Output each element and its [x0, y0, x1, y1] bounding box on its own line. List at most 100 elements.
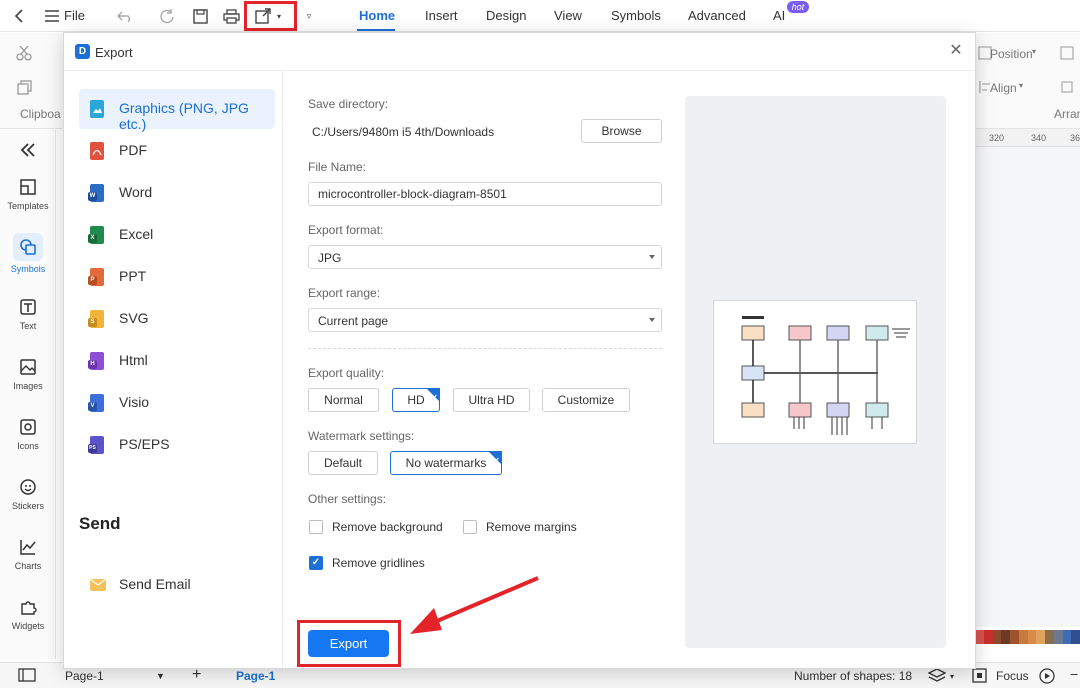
- ppt-file-icon: P: [88, 268, 104, 286]
- color-swatch[interactable]: [1053, 630, 1063, 644]
- ruler-tick-label: 36: [1070, 133, 1080, 143]
- page-select-dropdown-icon[interactable]: ▼: [156, 671, 165, 681]
- zoom-out-icon[interactable]: −: [1070, 666, 1078, 682]
- export-button[interactable]: Export: [308, 630, 389, 657]
- color-swatch[interactable]: [1036, 630, 1045, 644]
- position-button[interactable]: Position: [990, 47, 1033, 61]
- sidebar-item-label: Widgets: [11, 621, 45, 631]
- watermark-none-button[interactable]: No watermarks ✓: [390, 451, 502, 475]
- nav-item-send-email[interactable]: Send Email: [79, 565, 275, 605]
- nav-item-label: Visio: [119, 394, 150, 410]
- sidebar-item-text[interactable]: Text: [0, 298, 56, 331]
- play-icon[interactable]: [1039, 668, 1055, 687]
- file-menu[interactable]: File: [64, 8, 85, 23]
- save-icon[interactable]: [190, 6, 210, 26]
- color-swatch[interactable]: [1027, 630, 1037, 644]
- color-swatch[interactable]: [1045, 630, 1054, 644]
- color-palette[interactable]: [975, 630, 1080, 644]
- sidebar-item-charts[interactable]: Charts: [0, 538, 56, 571]
- align-dropdown-icon: ▾: [1019, 81, 1024, 90]
- nav-item-word[interactable]: W Word: [79, 173, 275, 213]
- nav-item-graphics[interactable]: Graphics (PNG, JPG etc.): [79, 89, 275, 132]
- print-icon[interactable]: [221, 6, 241, 26]
- copy-icon[interactable]: [14, 77, 34, 97]
- browse-button[interactable]: Browse: [581, 119, 662, 143]
- color-swatch[interactable]: [1071, 630, 1080, 644]
- tab-symbols[interactable]: Symbols: [611, 8, 661, 23]
- sidebar-item-label: Charts: [14, 561, 42, 571]
- page-layout-icon[interactable]: [18, 668, 36, 685]
- watermark-default-button[interactable]: Default: [308, 451, 378, 475]
- other-settings-label: Other settings:: [308, 492, 387, 506]
- sidebar-item-symbols[interactable]: Symbols: [0, 233, 56, 274]
- color-swatch[interactable]: [992, 630, 1002, 644]
- drawing-canvas[interactable]: [975, 147, 1080, 627]
- layers-dropdown-icon[interactable]: ▾: [950, 672, 954, 681]
- tab-advanced[interactable]: Advanced: [688, 8, 746, 23]
- nav-item-ps-eps[interactable]: PS PS/EPS: [79, 425, 275, 465]
- quality-normal-button[interactable]: Normal: [308, 388, 379, 412]
- layers-icon[interactable]: [927, 668, 947, 686]
- color-swatch[interactable]: [1010, 630, 1019, 644]
- back-icon[interactable]: [9, 6, 29, 26]
- group-icon[interactable]: [1057, 43, 1077, 63]
- quality-ultra-hd-button[interactable]: Ultra HD: [453, 388, 530, 412]
- tab-design[interactable]: Design: [486, 8, 526, 23]
- nav-item-pdf[interactable]: PDF: [79, 131, 275, 171]
- sidebar-item-templates[interactable]: Templates: [0, 178, 56, 211]
- nav-item-html[interactable]: H Html: [79, 341, 275, 381]
- remove-margins-label: Remove margins: [486, 520, 577, 534]
- collapse-sidebar-icon[interactable]: [0, 141, 56, 164]
- color-swatch[interactable]: [1018, 630, 1028, 644]
- tab-ai[interactable]: AI: [773, 8, 785, 23]
- quality-hd-button[interactable]: HD ✓: [392, 388, 440, 412]
- sidebar-item-label: Text: [19, 321, 37, 331]
- tab-home[interactable]: Home: [359, 8, 395, 23]
- send-heading: Send: [79, 514, 121, 533]
- redo-icon[interactable]: [157, 6, 177, 26]
- file-name-label: File Name:: [308, 160, 367, 174]
- nav-item-excel[interactable]: X Excel: [79, 215, 275, 255]
- quality-customize-button[interactable]: Customize: [542, 388, 630, 412]
- nav-item-svg[interactable]: S SVG: [79, 299, 275, 339]
- color-swatch[interactable]: [1062, 630, 1072, 644]
- sidebar-item-label: Stickers: [11, 501, 44, 511]
- focus-icon[interactable]: [972, 668, 987, 686]
- sidebar-item-widgets[interactable]: Widgets: [0, 598, 56, 631]
- color-swatch[interactable]: [983, 630, 993, 644]
- remove-margins-checkbox[interactable]: [463, 520, 477, 534]
- sidebar-item-stickers[interactable]: Stickers: [0, 478, 56, 511]
- page-tab[interactable]: Page-1: [236, 669, 275, 683]
- color-swatch[interactable]: [1001, 630, 1010, 644]
- annotation-arrow-icon: [410, 576, 539, 634]
- sidebar-item-icons[interactable]: Icons: [0, 418, 56, 451]
- tab-view[interactable]: View: [554, 8, 582, 23]
- remove-gridlines-checkbox[interactable]: ✓: [309, 556, 323, 570]
- nav-item-ppt[interactable]: P PPT: [79, 257, 275, 297]
- focus-button[interactable]: Focus: [996, 669, 1029, 683]
- export-format-nav: Graphics (PNG, JPG etc.) PDF W Word X Ex…: [64, 71, 283, 668]
- export-range-select[interactable]: Current page: [308, 308, 662, 332]
- color-swatch[interactable]: [975, 630, 984, 644]
- hamburger-menu-icon[interactable]: [42, 6, 62, 26]
- close-icon[interactable]: ✕: [947, 42, 965, 60]
- charts-icon: [20, 540, 36, 555]
- export-format-label: Export format:: [308, 223, 384, 237]
- undo-icon[interactable]: [115, 6, 135, 26]
- align-button[interactable]: Align: [990, 81, 1017, 95]
- sidebar-item-images[interactable]: Images: [0, 358, 56, 391]
- remove-background-checkbox[interactable]: [309, 520, 323, 534]
- export-range-value: Current page: [318, 314, 389, 328]
- distribute-icon[interactable]: [1057, 77, 1077, 97]
- top-toolbar: File ▾ ▿ Home Insert Design View Symbols…: [0, 0, 1080, 32]
- save-directory-label: Save directory:: [308, 97, 389, 111]
- nav-item-label: PPT: [119, 268, 147, 284]
- page-select[interactable]: Page-1: [65, 669, 104, 683]
- icons-icon: [20, 419, 36, 435]
- tab-insert[interactable]: Insert: [425, 8, 458, 23]
- more-dropdown-icon[interactable]: ▿: [299, 6, 319, 26]
- nav-item-visio[interactable]: V Visio: [79, 383, 275, 423]
- cut-icon[interactable]: [14, 43, 34, 63]
- file-name-input[interactable]: [308, 182, 662, 206]
- export-format-select[interactable]: JPG: [308, 245, 662, 269]
